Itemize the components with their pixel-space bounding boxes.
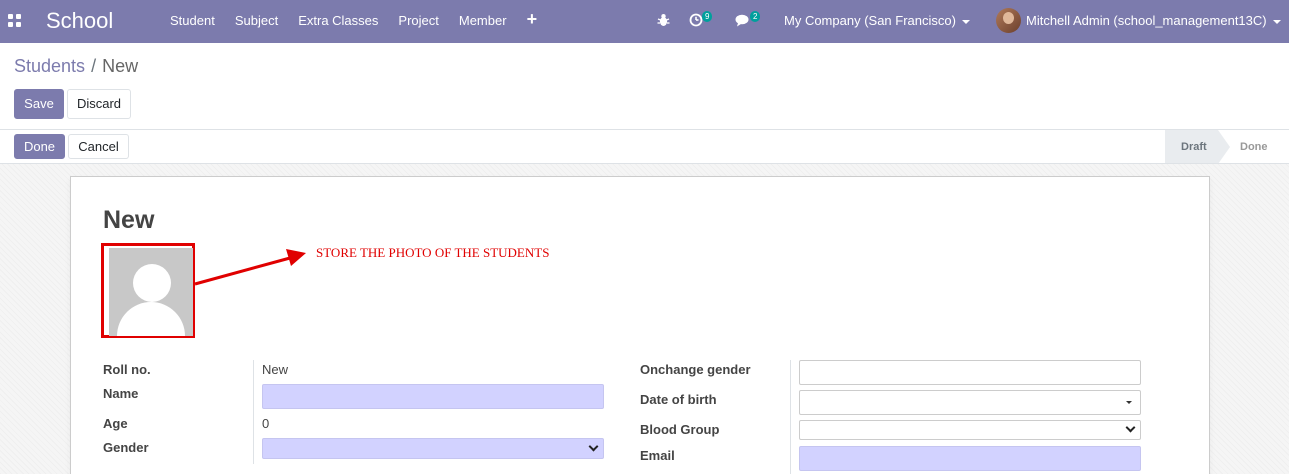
activity-clock-icon[interactable] <box>689 13 703 27</box>
company-caret-icon <box>961 19 970 24</box>
apps-menu-icon[interactable] <box>8 14 21 27</box>
name-label: Name <box>103 386 139 401</box>
record-title: New <box>103 206 155 234</box>
roll-no-value: New <box>262 362 289 377</box>
menu-item-student[interactable]: Student <box>160 0 225 43</box>
onchange-gender-label: Onchange gender <box>640 362 751 377</box>
plus-icon[interactable]: + <box>517 0 548 43</box>
bug-icon[interactable] <box>657 13 670 27</box>
messages-icon[interactable] <box>735 14 751 27</box>
left-group-separator <box>253 360 254 464</box>
chevron-down-icon <box>1125 422 1136 433</box>
user-avatar[interactable] <box>996 8 1021 33</box>
age-label: Age <box>103 416 128 431</box>
form-statusbar: Done Cancel Draft Done <box>0 130 1289 164</box>
top-navbar: School Student Subject Extra Classes Pro… <box>0 0 1289 43</box>
main-menu: Student Subject Extra Classes Project Me… <box>160 0 547 43</box>
onchange-gender-input[interactable] <box>799 360 1141 385</box>
breadcrumb: Students / New <box>14 56 138 77</box>
menu-item-extra-classes[interactable]: Extra Classes <box>288 0 388 43</box>
company-name: My Company (San Francisco) <box>784 13 956 28</box>
gender-label: Gender <box>103 440 149 455</box>
date-of-birth-label: Date of birth <box>640 392 717 407</box>
menu-item-member[interactable]: Member <box>449 0 517 43</box>
company-switcher[interactable]: My Company (San Francisco) <box>784 0 970 43</box>
blood-group-select[interactable] <box>799 420 1141 440</box>
breadcrumb-students-link[interactable]: Students <box>14 56 85 76</box>
blood-group-label: Blood Group <box>640 422 720 437</box>
app-brand[interactable]: School <box>46 8 113 34</box>
annotation-arrow-icon <box>194 249 306 286</box>
status-step-done[interactable]: Done <box>1218 130 1289 164</box>
user-caret-icon <box>1272 19 1281 24</box>
gender-select[interactable] <box>262 438 604 459</box>
activity-badge: 9 <box>702 11 713 22</box>
user-menu[interactable]: Mitchell Admin (school_management13C) <box>1026 0 1281 43</box>
right-group-separator <box>790 360 791 474</box>
save-button[interactable]: Save <box>14 89 64 119</box>
status-step-draft[interactable]: Draft <box>1165 130 1230 164</box>
menu-item-project[interactable]: Project <box>388 0 448 43</box>
menu-item-subject[interactable]: Subject <box>225 0 288 43</box>
date-caret-icon <box>1126 401 1132 404</box>
roll-no-label: Roll no. <box>103 362 151 377</box>
annotation-text: STORE THE PHOTO OF THE STUDENTS <box>316 245 550 260</box>
status-steps: Draft Done <box>1165 130 1289 164</box>
breadcrumb-current: New <box>102 56 139 76</box>
avatar-head-shape <box>133 264 171 302</box>
chevron-down-icon <box>588 441 599 452</box>
age-value[interactable]: 0 <box>262 416 269 431</box>
discard-button[interactable]: Discard <box>67 89 131 119</box>
cancel-button[interactable]: Cancel <box>68 134 129 159</box>
name-input[interactable] <box>262 384 604 409</box>
messages-badge: 2 <box>750 11 761 22</box>
email-label: Email <box>640 448 675 463</box>
date-of-birth-input[interactable] <box>799 390 1141 415</box>
breadcrumb-separator: / <box>91 56 97 76</box>
student-photo-placeholder[interactable] <box>109 248 193 336</box>
email-input[interactable] <box>799 446 1141 471</box>
avatar-body-shape <box>117 302 185 336</box>
user-name: Mitchell Admin (school_management13C) <box>1026 13 1267 28</box>
photo-highlight-box <box>101 243 195 338</box>
done-button[interactable]: Done <box>14 134 65 159</box>
